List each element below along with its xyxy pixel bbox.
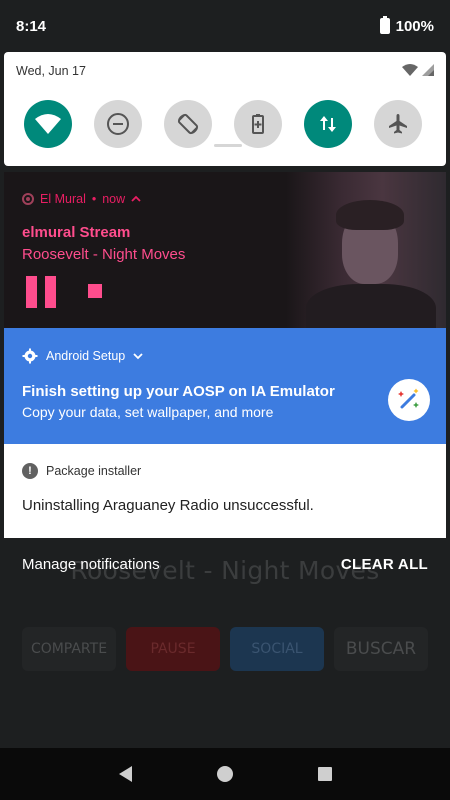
status-right: 100% [379, 16, 434, 35]
battery-percent: 100% [395, 17, 434, 35]
qs-tiles [24, 100, 422, 148]
installer-notification[interactable]: ! Package installer Uninstalling Araguan… [4, 444, 446, 538]
album-art-hair [336, 200, 404, 230]
battery-icon [379, 16, 390, 34]
qs-date: Wed, Jun 17 [16, 64, 86, 78]
quick-settings-panel: Wed, Jun 17 [4, 52, 446, 166]
gear-icon [22, 348, 38, 364]
mobile-data-tile[interactable] [304, 100, 352, 148]
installer-text: Uninstalling Araguaney Radio unsuccessfu… [22, 497, 314, 514]
qs-drag-handle[interactable] [214, 144, 242, 147]
setup-notification[interactable]: Android Setup Finish setting up your AOS… [4, 328, 446, 444]
status-bar: 8:14 100% [0, 0, 450, 52]
recents-icon[interactable] [317, 767, 332, 781]
installer-notification-header: ! Package installer [22, 463, 141, 479]
manage-notifications-button[interactable]: Manage notifications [22, 556, 160, 573]
setup-app-name: Android Setup [46, 349, 126, 363]
notification-footer: Manage notifications CLEAR ALL [22, 556, 428, 573]
installer-app-name: Package installer [46, 464, 142, 478]
album-art-body [306, 284, 436, 328]
media-notification-header: El Mural • now [22, 192, 141, 206]
background-search-button: BUSCAR [334, 627, 428, 671]
media-time: now [102, 192, 126, 206]
media-separator-dot: • [91, 192, 97, 206]
airplane-icon [389, 114, 407, 134]
media-subtitle: Roosevelt - Night Moves [22, 246, 186, 263]
media-app-name: El Mural [40, 192, 86, 206]
back-icon[interactable] [118, 766, 132, 782]
pause-button[interactable] [26, 276, 58, 308]
airplane-mode-tile[interactable] [374, 100, 422, 148]
home-icon[interactable] [216, 766, 233, 782]
magic-wand-icon [388, 379, 430, 421]
wifi-tile[interactable] [24, 100, 72, 148]
pause-icon-bar-right [45, 276, 56, 308]
mobile-data-icon [320, 116, 336, 132]
battery-saver-tile[interactable] [234, 100, 282, 148]
stop-button[interactable] [88, 284, 102, 298]
setup-title: Finish setting up your AOSP on IA Emulat… [22, 383, 335, 400]
qs-signal-indicators [402, 64, 434, 76]
album-art [286, 172, 446, 328]
background-social-button: SOCIAL [230, 627, 324, 671]
auto-rotate-tile[interactable] [164, 100, 212, 148]
media-notification[interactable]: El Mural • now elmural Stream Roosevelt … [4, 172, 446, 328]
background-pause-button: PAUSE [126, 627, 220, 671]
alert-icon: ! [22, 463, 38, 479]
clear-all-button[interactable]: CLEAR ALL [341, 556, 428, 573]
background-share-button: COMPARTE [22, 627, 116, 671]
media-title: elmural Stream [22, 224, 131, 241]
do-not-disturb-icon [107, 113, 129, 135]
pause-icon-bar-left [26, 276, 37, 308]
battery-saver-icon [252, 114, 264, 134]
setup-text: Copy your data, set wallpaper, and more [22, 404, 274, 420]
wifi-signal-icon [402, 64, 418, 76]
wifi-icon [35, 114, 61, 134]
background-button-row: COMPARTE PAUSE SOCIAL BUSCAR [22, 627, 428, 671]
auto-rotate-icon [177, 113, 199, 135]
cell-signal-icon [422, 64, 434, 76]
magic-wand-glyph [398, 388, 419, 409]
do-not-disturb-tile[interactable] [94, 100, 142, 148]
status-time: 8:14 [16, 17, 47, 35]
chevron-down-icon[interactable] [133, 352, 143, 360]
el-mural-app-icon [22, 193, 34, 205]
chevron-up-icon[interactable] [131, 195, 141, 203]
navigation-bar [0, 748, 450, 800]
setup-notification-header: Android Setup [22, 348, 143, 364]
